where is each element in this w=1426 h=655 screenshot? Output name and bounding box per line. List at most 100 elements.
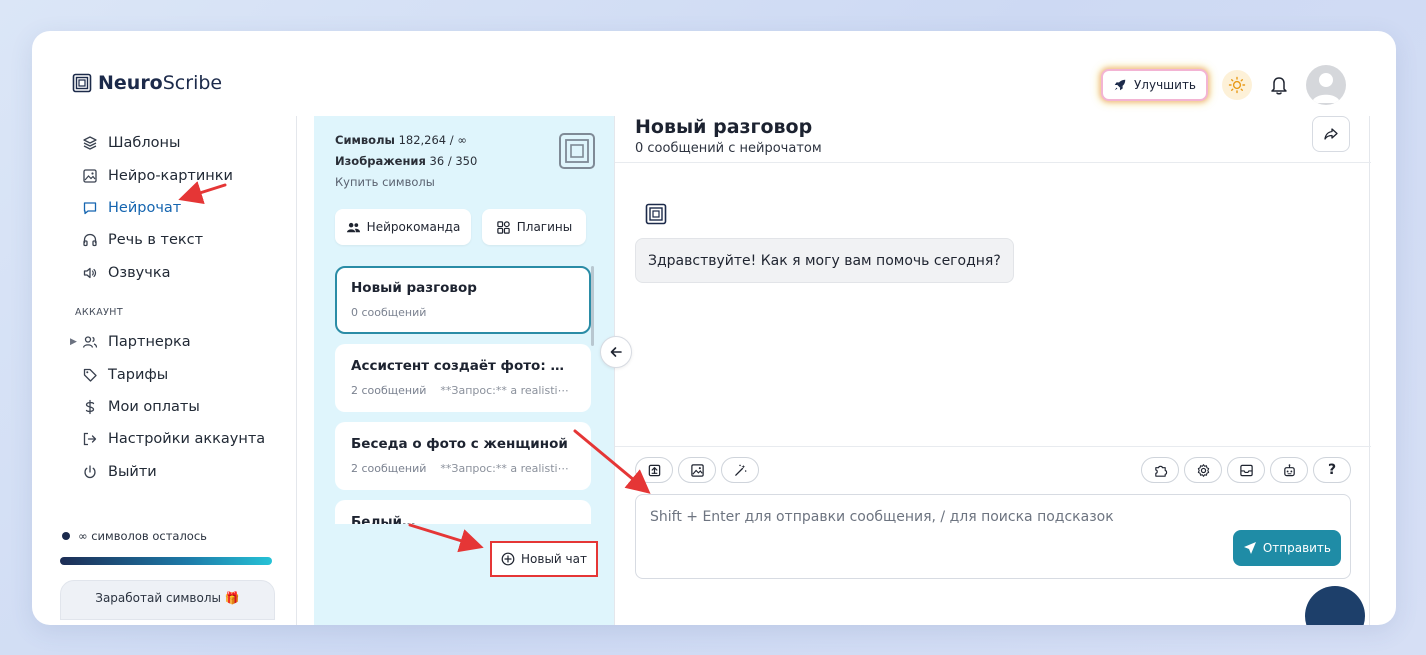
power-icon	[84, 465, 96, 478]
chat-main: Новый разговор 0 сообщений с нейрочатом …	[614, 116, 1371, 625]
chat-count: 0 сообщений	[351, 306, 427, 319]
assistant-logo-icon	[645, 203, 667, 225]
expand-caret-icon[interactable]: ▶	[70, 337, 77, 347]
nav-item-templates[interactable]: Шаблоны	[82, 127, 297, 159]
symbols-remaining: ∞ символов осталось	[62, 529, 207, 543]
upload-icon	[648, 464, 660, 476]
support-chat-button[interactable]	[1305, 586, 1365, 625]
chat-item-active[interactable]: Новый разговор 0 сообщений	[335, 266, 591, 334]
images-label: Изображения	[335, 154, 426, 168]
header-divider	[615, 162, 1371, 163]
plugins-grid-icon	[497, 220, 510, 234]
chat-icon	[83, 202, 97, 215]
nav-item-label: Партнерка	[108, 334, 191, 351]
plugins-button[interactable]: Плагины	[482, 209, 586, 245]
chat-item[interactable]: Белый…	[335, 500, 591, 524]
brand-logo[interactable]: NeuroScribe	[72, 72, 222, 94]
nav-item-speech-to-text[interactable]: Речь в текст	[82, 224, 297, 256]
gear-icon	[1197, 463, 1209, 477]
inbox-icon	[1239, 464, 1253, 476]
bell-icon	[1271, 77, 1287, 95]
neuroteam-label: Нейрокоманда	[366, 220, 461, 234]
chat-title: Новый разговор	[635, 116, 813, 138]
symbols-remaining-text: ∞ символов осталось	[78, 529, 207, 543]
new-chat-button[interactable]: Новый чат	[490, 541, 598, 577]
buy-symbols-link[interactable]: Купить символы	[335, 172, 477, 193]
user-icon	[1312, 73, 1340, 103]
nav-item-label: Шаблоны	[108, 135, 181, 152]
magic-wand-button[interactable]	[721, 457, 759, 483]
composer-divider	[615, 446, 1371, 447]
symbols-label: Символы	[335, 133, 395, 147]
nav-item-voiceover[interactable]: Озвучка	[82, 257, 297, 289]
logo-icon	[559, 133, 595, 169]
layers-icon	[83, 136, 97, 150]
nav-item-label: Озвучка	[108, 264, 171, 281]
user-avatar[interactable]	[1306, 65, 1346, 105]
nav-item-pricing[interactable]: Тарифы	[82, 358, 297, 390]
chat-count: 2 сообщений	[351, 384, 427, 397]
settings-button[interactable]	[1184, 457, 1222, 483]
theme-toggle[interactable]	[1222, 70, 1252, 100]
usage-stats: Символы 182,264 / ∞ Изображения 36 / 350…	[335, 130, 477, 193]
logo-icon	[72, 73, 92, 93]
images-value: 36 / 350	[429, 154, 478, 168]
chat-list: Новый разговор 0 сообщений Ассистент соз…	[335, 266, 591, 524]
plus-circle-icon	[501, 552, 515, 566]
arrow-left-icon	[610, 347, 622, 357]
chat-title: Новый разговор	[351, 280, 477, 296]
nav-item-partner[interactable]: ▶ Партнерка	[70, 326, 297, 358]
headphones-icon	[83, 234, 97, 247]
assistant-message: Здравствуйте! Как я могу вам помочь сего…	[635, 238, 1014, 283]
chat-preview: **Запрос:** a realisti⋯	[440, 384, 569, 397]
collapse-panel-button[interactable]	[600, 336, 632, 368]
image-icon	[83, 168, 97, 183]
chat-header: Новый разговор 0 сообщений с нейрочатом	[635, 116, 822, 156]
nav-item-logout[interactable]: Выйти	[82, 456, 297, 488]
new-chat-label: Новый чат	[521, 552, 587, 566]
robot-icon	[1283, 463, 1295, 476]
share-button[interactable]	[1312, 116, 1350, 152]
send-button[interactable]: Отправить	[1232, 530, 1341, 566]
chat-title: Белый…	[351, 514, 416, 524]
plugins-label: Плагины	[516, 220, 573, 234]
magic-wand-icon	[734, 464, 746, 476]
upgrade-label: Улучшить	[1133, 78, 1196, 92]
share-icon	[1324, 128, 1338, 140]
earn-symbols-button[interactable]: Заработай символы 🎁	[60, 580, 275, 620]
sun-icon	[1228, 76, 1246, 94]
upgrade-button[interactable]: Улучшить	[1100, 69, 1208, 101]
plugin-button[interactable]	[1141, 457, 1179, 483]
brand-name-rest: Scribe	[162, 72, 223, 94]
chat-count: 2 сообщений	[351, 462, 427, 475]
puzzle-icon	[1154, 465, 1167, 477]
neuroteam-button[interactable]: Нейрокоманда	[335, 209, 471, 245]
account-section-label: АККАУНТ	[75, 306, 124, 318]
symbols-value: 182,264 / ∞	[398, 133, 467, 147]
nav-item-images[interactable]: Нейро-картинки	[82, 159, 297, 191]
nav-item-neurochat[interactable]: Нейрочат	[82, 192, 297, 224]
chat-item[interactable]: Беседа о фото с женщиной 2 сообщений **За…	[335, 422, 591, 490]
notifications-button[interactable]	[1266, 72, 1292, 98]
nav-item-label: Настройки аккаунта	[108, 431, 266, 448]
chat-title: Беседа о фото с женщиной	[351, 436, 568, 452]
send-icon	[1243, 542, 1256, 554]
image-button[interactable]	[678, 457, 716, 483]
nav-item-label: Выйти	[108, 463, 157, 480]
nav-item-payments[interactable]: Мои оплаты	[82, 391, 297, 423]
brand-name-bold: Neuro	[98, 72, 163, 94]
help-button[interactable]: ?	[1313, 457, 1351, 483]
prompt-library-button[interactable]	[1227, 457, 1265, 483]
send-label: Отправить	[1262, 541, 1331, 555]
assistant-bot-button[interactable]	[1270, 457, 1308, 483]
tag-icon	[83, 368, 97, 382]
help-icon: ?	[1327, 462, 1337, 478]
upload-file-button[interactable]	[635, 457, 673, 483]
chat-item[interactable]: Ассистент создаёт фото: ж⋯ 2 сообщений **…	[335, 344, 591, 412]
image-icon	[690, 463, 704, 477]
sidebar-divider	[296, 116, 297, 625]
chat-preview: **Запрос:** a realisti⋯	[440, 462, 569, 475]
nav-item-label: Нейрочат	[108, 199, 182, 216]
nav-item-account-settings[interactable]: Настройки аккаунта	[82, 423, 297, 455]
chat-list-scrollbar[interactable]	[591, 266, 594, 346]
